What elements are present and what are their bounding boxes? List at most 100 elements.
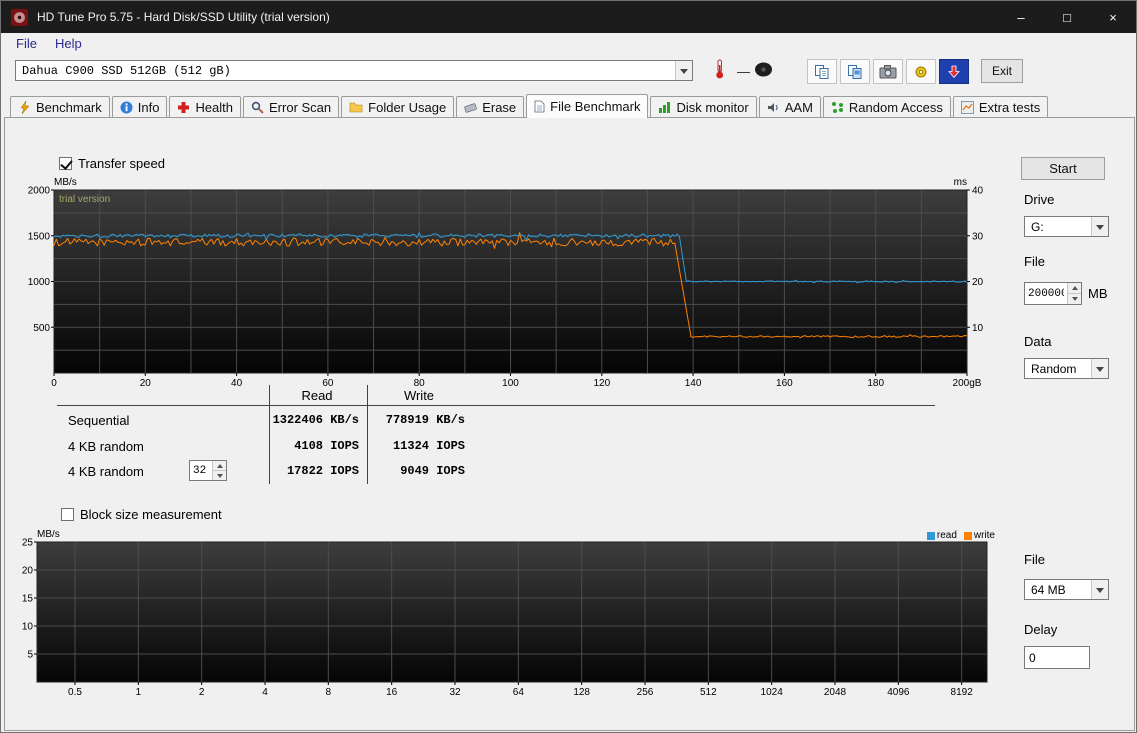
queue-depth-down-button[interactable] — [213, 471, 226, 480]
legend-read: read — [926, 530, 957, 541]
health-cross-icon — [178, 101, 190, 113]
drive-combobox-value: G: — [1031, 219, 1044, 234]
legend-write: write — [963, 530, 995, 541]
copy-info-button[interactable] — [807, 59, 837, 84]
app-window: HD Tune Pro 5.75 - Hard Disk/SSD Utility… — [0, 0, 1137, 733]
save-screenshot-button[interactable] — [873, 59, 903, 84]
svg-text:0.5: 0.5 — [68, 687, 82, 698]
tab-label: Benchmark — [36, 99, 102, 115]
chevron-down-icon[interactable] — [675, 61, 692, 80]
svg-text:32: 32 — [449, 687, 461, 698]
svg-text:2: 2 — [199, 687, 205, 698]
svg-text:1500: 1500 — [28, 231, 51, 242]
svg-text:40: 40 — [231, 378, 243, 389]
spin-buttons — [1067, 283, 1081, 304]
svg-text:5: 5 — [27, 650, 33, 661]
tab-label: Error Scan — [269, 99, 332, 115]
table-header-rule — [57, 405, 935, 406]
file-benchmark-panel: Transfer speed Start Drive G: File MB Da… — [4, 117, 1135, 731]
minimize-button[interactable]: – — [998, 1, 1044, 33]
legend-write-label: write — [973, 530, 995, 541]
chevron-down-icon[interactable] — [1091, 580, 1108, 599]
tab-random-access[interactable]: Random Access — [822, 96, 951, 117]
file-size-up-button[interactable] — [1068, 283, 1081, 294]
write-swatch — [963, 531, 972, 540]
tab-benchmark[interactable]: Benchmark — [10, 96, 110, 117]
menu-item-file[interactable]: File — [7, 35, 46, 52]
file-size-unit: MB — [1088, 286, 1108, 301]
file-size-stepper[interactable] — [1024, 282, 1082, 305]
block-size-chart: 5 10 15 20 25 0.5 1 2 4 8 16 32 64 128 256 512 1024 2048 4… — [22, 529, 997, 700]
tab-label: Health — [195, 99, 234, 115]
svg-text:512: 512 — [700, 687, 717, 698]
update-button[interactable] — [939, 59, 969, 84]
svg-text:1024: 1024 — [761, 687, 784, 698]
queue-depth-up-button[interactable] — [213, 461, 226, 471]
menu-item-help[interactable]: Help — [46, 35, 91, 52]
maximize-button[interactable]: □ — [1044, 1, 1090, 33]
chart-legend: read write — [871, 530, 995, 541]
transfer-speed-checkline: Transfer speed — [59, 156, 165, 171]
queue-depth-input[interactable] — [190, 461, 212, 480]
exit-button[interactable]: Exit — [981, 59, 1023, 83]
sequential-read-value: 1322406 KB/s — [272, 413, 359, 427]
svg-text:256: 256 — [637, 687, 654, 698]
device-icon — [754, 61, 773, 83]
svg-text:8: 8 — [326, 687, 332, 698]
file-size-down-button[interactable] — [1068, 294, 1081, 304]
tab-error-scan[interactable]: Error Scan — [243, 96, 340, 117]
random-qd32-read-value: 17822 IOPS — [286, 464, 359, 478]
start-button[interactable]: Start — [1021, 157, 1105, 180]
svg-text:4: 4 — [262, 687, 268, 698]
chevron-down-icon[interactable] — [1091, 359, 1108, 378]
file-size-input[interactable] — [1025, 283, 1067, 304]
tab-erase[interactable]: Erase — [456, 96, 525, 117]
magnifier-icon — [251, 101, 264, 114]
result-row-label: 4 KB random — [68, 439, 144, 454]
data-mode-combobox[interactable]: Random — [1024, 358, 1109, 379]
menubar: File Help — [1, 33, 1136, 53]
result-row-label: 4 KB random — [68, 464, 144, 479]
data-mode-label: Data — [1024, 334, 1052, 349]
speaker-icon — [767, 102, 778, 112]
block-file-value: 64 MB — [1031, 582, 1066, 597]
tab-health[interactable]: Health — [169, 96, 242, 117]
camera-icon — [879, 65, 897, 79]
queue-depth-stepper[interactable] — [189, 460, 227, 481]
svg-text:2048: 2048 — [824, 687, 847, 698]
data-mode-value: Random — [1031, 361, 1077, 376]
tab-label: Random Access — [848, 99, 943, 115]
block-file-combobox[interactable]: 64 MB — [1024, 579, 1109, 600]
svg-text:40: 40 — [972, 186, 984, 197]
copy-screenshot-button[interactable] — [840, 59, 870, 84]
random-write-value: 11324 IOPS — [392, 439, 465, 453]
tab-aam[interactable]: AAM — [758, 96, 821, 117]
tab-label: Erase — [482, 99, 517, 115]
chevron-down-icon[interactable] — [1091, 217, 1108, 236]
tab-info[interactable]: Info — [111, 96, 168, 117]
delay-label: Delay — [1024, 622, 1058, 637]
file-size-label: File — [1024, 254, 1045, 269]
tab-label: Folder Usage — [368, 99, 447, 115]
device-combobox[interactable]: Dahua C900 SSD 512GB (512 gB) — [15, 60, 693, 81]
svg-text:8192: 8192 — [951, 687, 974, 698]
table-column-rule — [269, 385, 270, 484]
options-button[interactable] — [906, 59, 936, 84]
tab-disk-monitor[interactable]: Disk monitor — [650, 96, 757, 117]
block-size-checkbox[interactable] — [61, 508, 74, 521]
window-title: HD Tune Pro 5.75 - Hard Disk/SSD Utility… — [37, 10, 330, 24]
spin-buttons — [212, 461, 226, 480]
file-page-icon — [534, 100, 545, 113]
transfer-speed-checkbox[interactable] — [59, 157, 72, 170]
delay-input[interactable] — [1024, 646, 1090, 669]
svg-text:20: 20 — [22, 566, 33, 577]
close-button[interactable]: × — [1090, 1, 1136, 33]
tab-label: Info — [137, 99, 160, 115]
tab-extra-tests[interactable]: Extra tests — [952, 96, 1049, 117]
tab-file-benchmark[interactable]: File Benchmark — [526, 94, 649, 118]
tab-folder-usage[interactable]: Folder Usage — [341, 96, 455, 117]
transfer-speed-label: Transfer speed — [78, 156, 165, 171]
svg-text:MB/s: MB/s — [37, 530, 60, 540]
svg-text:20: 20 — [140, 378, 152, 389]
drive-combobox[interactable]: G: — [1024, 216, 1109, 237]
